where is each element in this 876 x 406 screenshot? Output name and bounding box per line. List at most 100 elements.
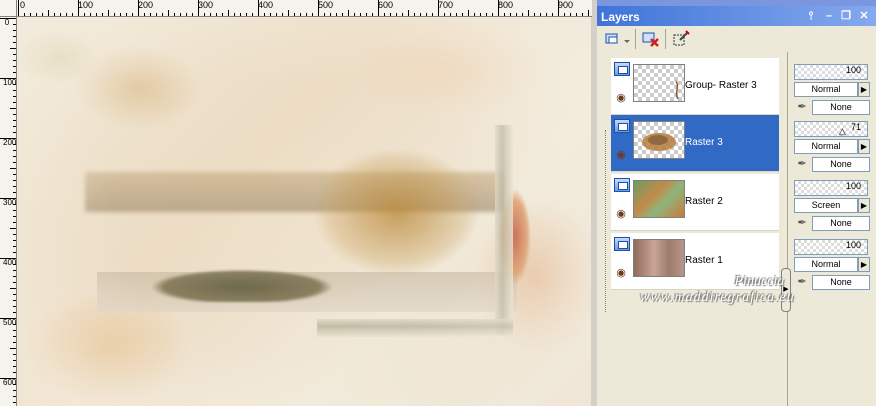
ruler-label: 600 <box>378 0 394 10</box>
layers-panel-title[interactable]: Layers ⫯ – ❐ ✕ <box>597 6 876 26</box>
blend-mode-select[interactable]: Normal <box>794 82 858 97</box>
blend-mode-arrow-icon[interactable]: ▶ <box>858 257 870 272</box>
ruler-tick <box>13 264 16 265</box>
group-tree-line <box>605 130 607 312</box>
ruler-tick <box>13 312 16 313</box>
ruler-tick <box>396 13 397 16</box>
ruler-tick <box>204 13 205 16</box>
link-mask-icon[interactable]: ✒ <box>794 216 810 230</box>
ruler-tick <box>258 0 259 16</box>
layer-mask-field[interactable]: None <box>812 216 870 231</box>
edit-selection-icon[interactable] <box>671 29 691 49</box>
ruler-tick <box>528 10 529 16</box>
ruler-tick <box>96 13 97 16</box>
ruler-tick <box>13 366 16 367</box>
ruler-tick <box>13 342 16 343</box>
ruler-tick <box>13 216 16 217</box>
opacity-slider[interactable]: 100 <box>794 180 868 196</box>
ruler-tick <box>228 10 229 16</box>
opacity-slider[interactable]: 100 <box>794 239 868 255</box>
blend-mode-select[interactable]: Normal <box>794 257 858 272</box>
ruler-tick <box>13 300 16 301</box>
opacity-marker-icon[interactable]: △ <box>839 126 846 137</box>
ruler-tick <box>522 13 523 16</box>
ruler-tick <box>13 234 16 235</box>
ruler-label: 400 <box>3 258 17 267</box>
ruler-tick <box>504 13 505 16</box>
toolbar-separator <box>665 29 666 49</box>
opacity-value: 71 <box>850 122 861 132</box>
visibility-eye-icon[interactable]: ◉ <box>613 149 629 161</box>
layer-mask-field[interactable]: None <box>812 100 870 115</box>
ruler-tick <box>13 330 16 331</box>
ruler-tick <box>384 13 385 16</box>
layer-props-raster-1: 100 Normal ▶ ✒ None <box>792 233 872 290</box>
ruler-tick <box>13 84 16 85</box>
new-layer-icon[interactable] <box>603 29 623 49</box>
ruler-tick <box>402 13 403 16</box>
ruler-label: 800 <box>498 0 514 10</box>
ruler-tick <box>13 186 16 187</box>
ruler-label: 100 <box>78 0 94 10</box>
link-mask-icon[interactable]: ✒ <box>794 100 810 114</box>
layer-mask-field[interactable]: None <box>812 157 870 172</box>
ruler-tick <box>192 13 193 16</box>
blend-mode-arrow-icon[interactable]: ▶ <box>858 82 870 97</box>
delete-layer-icon[interactable] <box>641 29 661 49</box>
visibility-eye-icon[interactable]: ◉ <box>613 92 629 104</box>
ruler-tick <box>13 102 16 103</box>
link-mask-icon[interactable]: ✒ <box>794 157 810 171</box>
ruler-tick <box>318 0 319 16</box>
ruler-tick <box>144 13 145 16</box>
ruler-tick <box>108 10 109 16</box>
ruler-label: 900 <box>558 0 574 10</box>
layer-type-icon <box>614 119 630 133</box>
toolbar-separator <box>635 29 636 49</box>
ruler-tick <box>354 13 355 16</box>
ruler-label: 0 <box>4 18 10 27</box>
ruler-tick <box>90 13 91 16</box>
ruler-tick <box>552 13 553 16</box>
ruler-tick <box>13 114 16 115</box>
blend-mode-select[interactable]: Normal <box>794 139 858 154</box>
ruler-tick <box>444 13 445 16</box>
minimize-icon[interactable]: – <box>823 10 835 22</box>
horizontal-ruler: 0 100 200 300 400 500 600 700 800 900 <box>0 0 592 17</box>
link-mask-icon[interactable]: ✒ <box>794 275 810 289</box>
ruler-tick <box>420 13 421 16</box>
image-canvas[interactable] <box>17 17 591 406</box>
layer-mask-field[interactable]: None <box>812 275 870 290</box>
layer-props-raster-3: △ 71 Normal ▶ ✒ None <box>792 115 872 172</box>
blend-mode-arrow-icon[interactable]: ▶ <box>858 198 870 213</box>
blend-mode-select[interactable]: Screen <box>794 198 858 213</box>
ruler-tick <box>330 13 331 16</box>
ruler-tick <box>450 13 451 16</box>
layer-name: Raster 1 <box>685 255 723 266</box>
ruler-tick <box>156 13 157 16</box>
restore-icon[interactable]: ❐ <box>840 10 852 22</box>
opacity-slider[interactable]: △ 71 <box>794 121 868 137</box>
close-icon[interactable]: ✕ <box>858 10 870 22</box>
layer-row-raster-2[interactable]: ◉ Raster 2 <box>611 174 779 231</box>
ruler-tick <box>0 18 16 19</box>
blend-mode-arrow-icon[interactable]: ▶ <box>858 139 870 154</box>
ruler-tick <box>492 13 493 16</box>
ruler-tick <box>366 13 367 16</box>
new-layer-dropdown-icon[interactable] <box>623 29 631 49</box>
ruler-label: 200 <box>3 138 17 147</box>
ruler-label: 700 <box>438 0 454 10</box>
ruler-tick <box>114 13 115 16</box>
visibility-eye-icon[interactable]: ◉ <box>613 267 629 279</box>
opacity-slider[interactable]: 100 <box>794 64 868 80</box>
layer-row-raster-3[interactable]: ◉ Raster 3 <box>611 115 779 172</box>
ruler-tick <box>456 13 457 16</box>
ruler-label: 600 <box>3 378 17 387</box>
ruler-tick <box>0 318 16 319</box>
pin-icon[interactable]: ⫯ <box>805 10 817 22</box>
layer-row-group-raster-3[interactable]: ◉ Group- Raster 3 <box>611 58 779 115</box>
layer-type-icon <box>614 237 630 251</box>
watermark-url: www.maddiregrafica.eu <box>640 290 795 305</box>
ruler-tick <box>378 0 379 16</box>
ruler-tick <box>10 168 16 169</box>
visibility-eye-icon[interactable]: ◉ <box>613 208 629 220</box>
